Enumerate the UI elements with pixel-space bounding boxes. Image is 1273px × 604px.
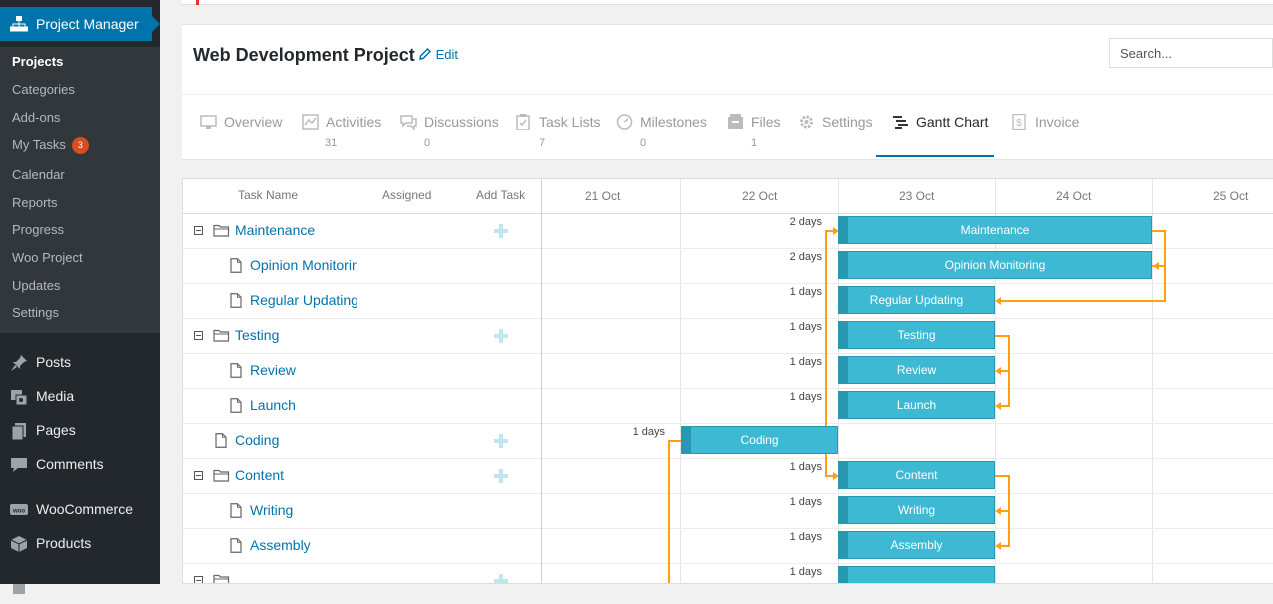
sitemap-icon (10, 16, 28, 32)
duration-label: 1 days (789, 391, 822, 403)
link-arrowhead (995, 367, 1001, 375)
project-manager-submenu: Projects Categories Add-ons My Tasks 3 Ca… (0, 47, 160, 333)
gantt-bar[interactable]: Writing (838, 496, 995, 524)
duration-label: 1 days (632, 426, 665, 438)
menu-pages[interactable]: Pages (0, 414, 160, 448)
duration-label: 1 days (789, 321, 822, 333)
menu-posts[interactable]: Posts (0, 346, 160, 380)
dependency-link (995, 475, 1010, 512)
menu-more[interactable] (0, 570, 160, 604)
duration-label: 1 days (789, 286, 822, 298)
files-icon (728, 114, 743, 129)
settings-icon (800, 115, 813, 129)
gantt-bar[interactable]: Coding (681, 426, 838, 454)
link-arrowhead (995, 297, 1001, 305)
submenu-reports[interactable]: Reports (12, 195, 58, 210)
gantt-bar[interactable]: Review (838, 356, 995, 384)
discussions-icon (400, 115, 417, 130)
woocommerce-icon: woo (10, 504, 28, 515)
products-icon (10, 536, 28, 552)
edit-project-link[interactable]: Edit (418, 47, 458, 62)
pin-icon (11, 355, 27, 371)
notice-accent (196, 0, 199, 5)
media-icon (11, 390, 28, 406)
task-lists-icon (516, 114, 530, 130)
activities-icon (302, 114, 319, 130)
menu-media[interactable]: Media (0, 380, 160, 414)
svg-text:woo: woo (12, 509, 25, 515)
comments-icon (11, 458, 27, 472)
overview-icon (200, 115, 217, 129)
link-arrowhead (1153, 262, 1159, 270)
dependency-link (995, 335, 1010, 372)
gantt-bar[interactable]: Launch (838, 391, 995, 419)
submenu-projects[interactable]: Projects (12, 54, 63, 69)
link-arrowhead (995, 507, 1001, 515)
project-title: Web Development Project (193, 45, 415, 65)
link-arrowhead (995, 402, 1001, 410)
active-tab-indicator (876, 155, 994, 157)
menu-label: Project Manager (36, 16, 139, 32)
gantt-icon (893, 116, 908, 129)
submenu-my-tasks[interactable]: My Tasks 3 (12, 137, 89, 154)
gantt-bar[interactable]: Content (838, 461, 995, 489)
top-notice-bar (182, 0, 1273, 5)
gantt-bar[interactable] (838, 566, 995, 583)
duration-label: 2 days (789, 216, 822, 228)
link-arrowhead (995, 542, 1001, 550)
dependency-link (825, 230, 838, 442)
gantt-bar[interactable]: Assembly (838, 531, 995, 559)
duration-label: 1 days (789, 531, 822, 543)
duration-label: 1 days (789, 496, 822, 508)
dependency-link (668, 440, 681, 583)
duration-label: 1 days (789, 461, 822, 473)
submenu-settings[interactable]: Settings (12, 305, 59, 320)
pages-icon (11, 423, 26, 440)
duration-label: 1 days (789, 356, 822, 368)
invoice-icon: $ (1012, 114, 1026, 130)
gantt-bar[interactable]: Testing (838, 321, 995, 349)
gantt-bar[interactable]: Regular Updating (838, 286, 995, 314)
submenu-categories[interactable]: Categories (12, 82, 75, 97)
menu-project-manager[interactable]: Project Manager (0, 7, 160, 41)
duration-label: 2 days (789, 251, 822, 263)
tabs-divider (182, 94, 1273, 95)
submenu-updates[interactable]: Updates (12, 278, 60, 293)
menu-more-icon (13, 584, 25, 594)
menu-products[interactable]: Products (0, 527, 160, 561)
menu-comments[interactable]: Comments (0, 448, 160, 482)
gantt-bar[interactable]: Maintenance (838, 216, 1152, 244)
submenu-calendar[interactable]: Calendar (12, 167, 65, 182)
task-count-badge: 3 (71, 137, 89, 154)
pencil-icon (419, 47, 432, 60)
duration-label: 1 days (789, 566, 822, 578)
submenu-progress[interactable]: Progress (12, 222, 64, 237)
submenu-woo-project[interactable]: Woo Project (12, 250, 83, 265)
gantt-bar[interactable]: Opinion Monitoring (838, 251, 1152, 279)
dependency-link (1152, 230, 1166, 267)
admin-sidebar: Project Manager Projects Categories Add-… (0, 0, 160, 594)
menu-woocommerce[interactable]: woo WooCommerce (0, 493, 160, 527)
submenu-add-ons[interactable]: Add-ons (12, 110, 60, 125)
project-header: Web Development Project Edit Overview Ac… (182, 24, 1273, 160)
gantt-chart: Task Name Assigned Add Task 21 Oct 22 Oc… (182, 178, 1273, 584)
svg-text:$: $ (1016, 118, 1022, 129)
search-input[interactable] (1109, 38, 1273, 68)
edit-label: Edit (435, 47, 459, 62)
milestones-icon (616, 114, 633, 130)
